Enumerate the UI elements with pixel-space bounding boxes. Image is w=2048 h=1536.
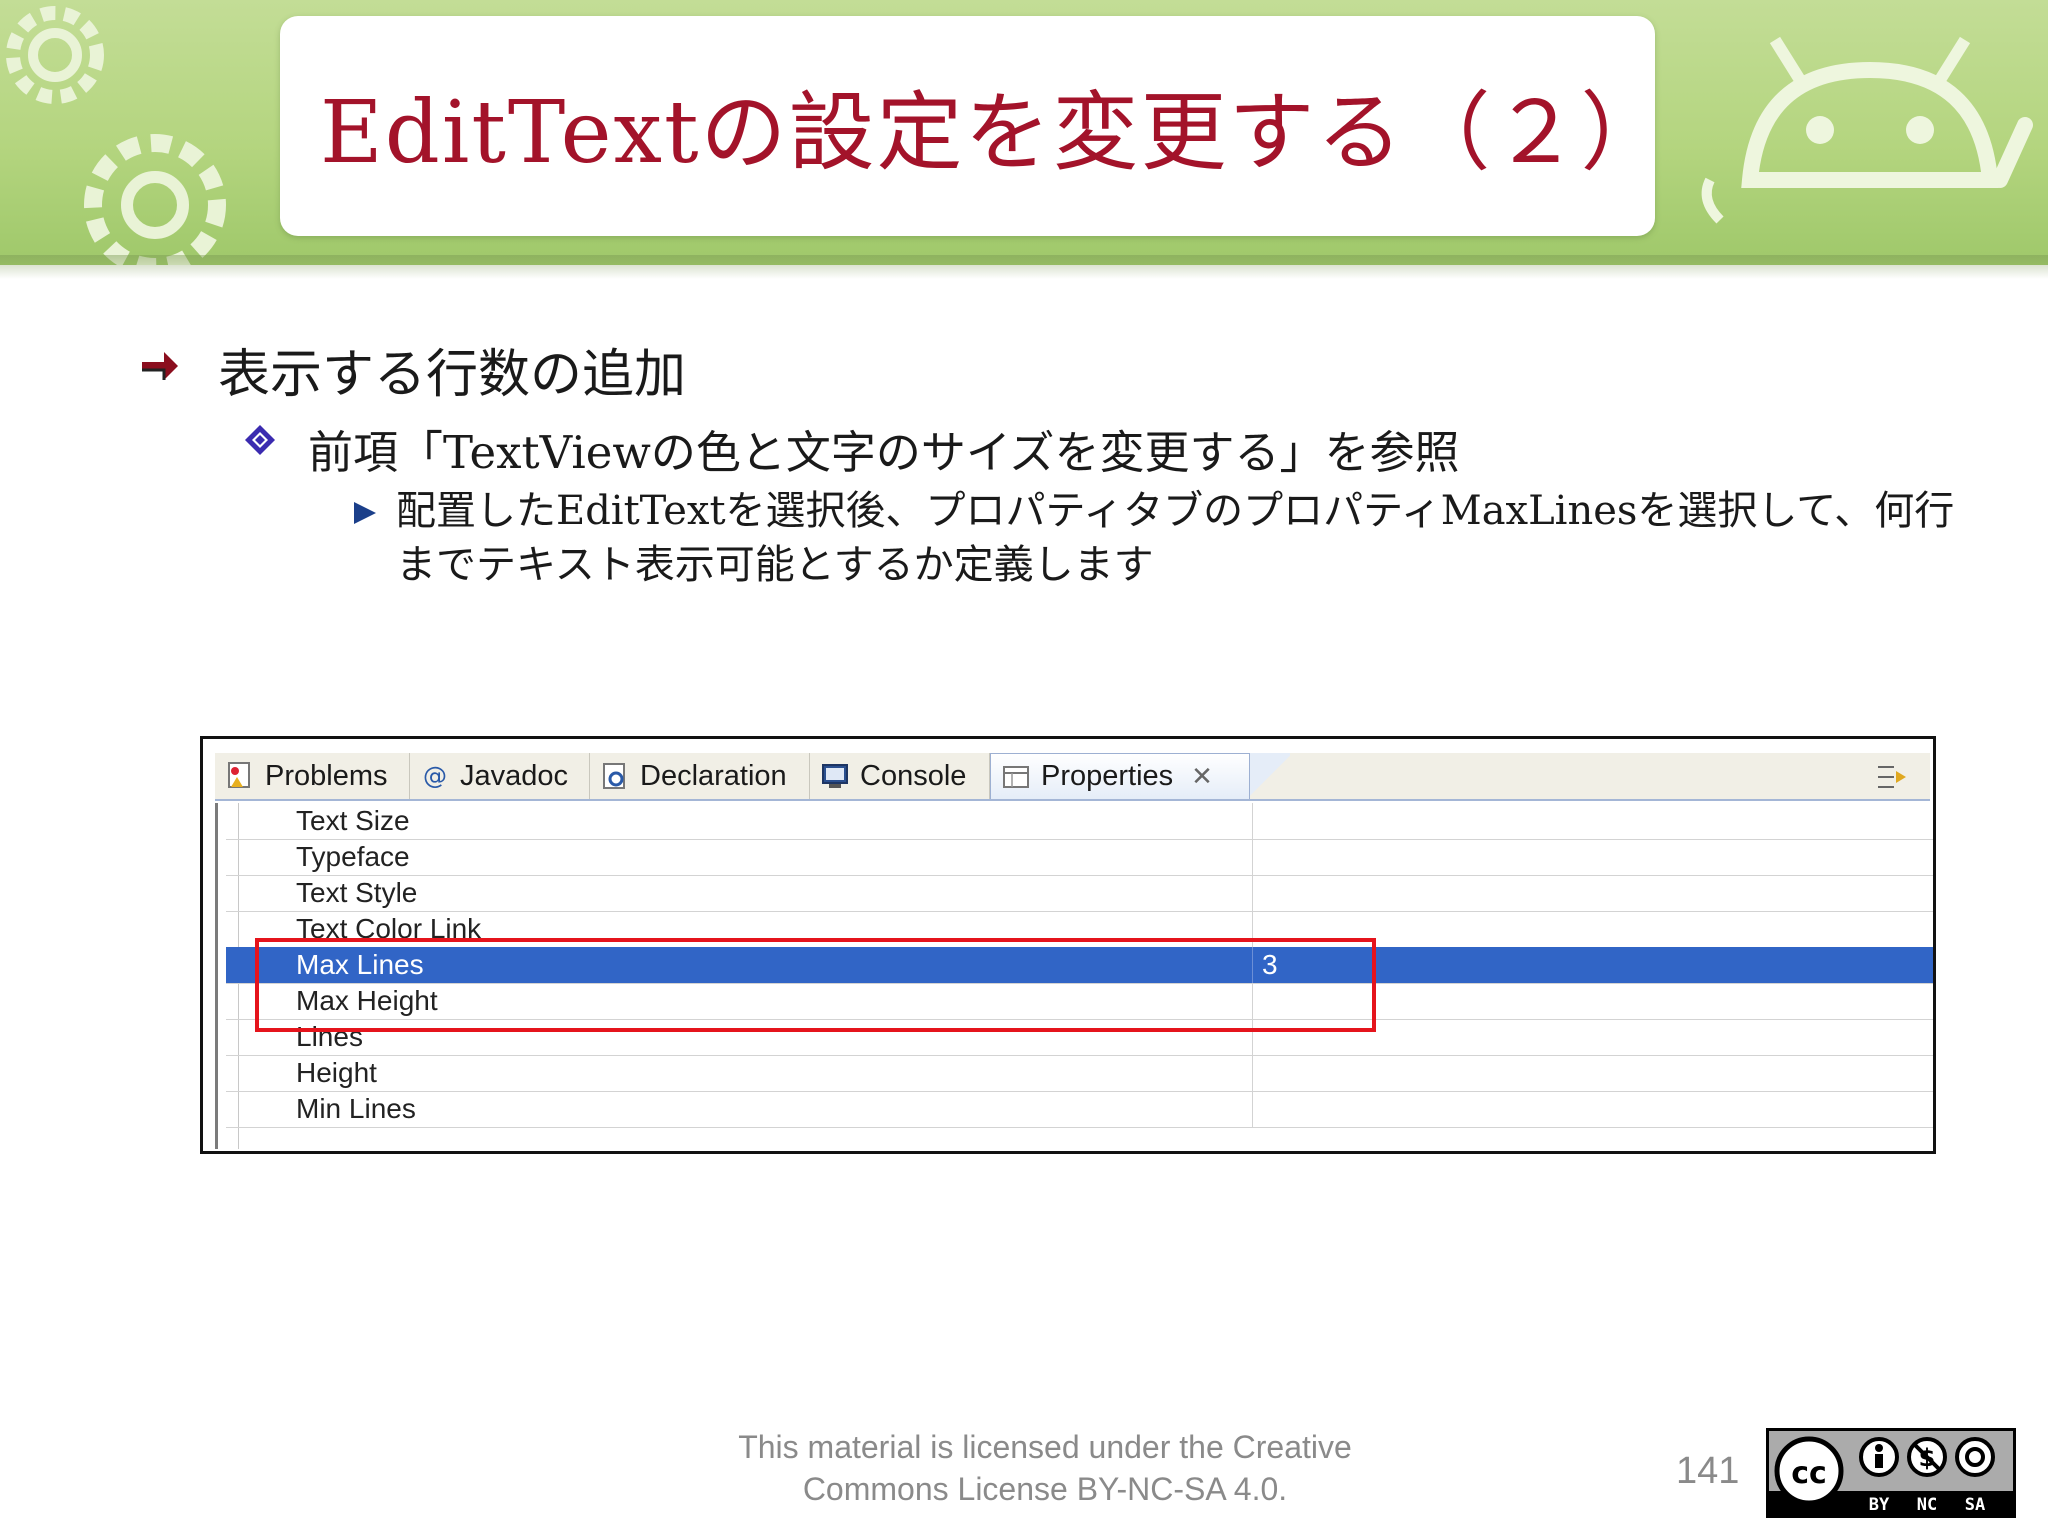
tab-label: Properties bbox=[1041, 760, 1174, 792]
diamond-bullet-icon bbox=[245, 425, 275, 455]
license-line1: This material is licensed under the Crea… bbox=[738, 1429, 1352, 1465]
column-divider bbox=[1252, 1091, 1253, 1127]
svg-text:@: @ bbox=[423, 762, 447, 790]
property-name: Typeface bbox=[296, 841, 410, 872]
license-notice: This material is licensed under the Crea… bbox=[640, 1426, 1450, 1510]
view-tab-bar: Problems @ Javadoc Declaration Console P… bbox=[215, 753, 1930, 801]
bullet-level1: 表示する行数の追加 bbox=[218, 345, 687, 405]
table-row[interactable]: Text Size bbox=[226, 803, 1933, 840]
table-row[interactable]: Typeface bbox=[226, 839, 1933, 876]
property-name: Text Style bbox=[296, 877, 418, 908]
arrow-bullet-icon bbox=[142, 352, 178, 380]
console-icon bbox=[820, 761, 850, 791]
tab-declaration[interactable]: Declaration bbox=[590, 753, 810, 799]
tab-javadoc[interactable]: @ Javadoc bbox=[410, 753, 590, 799]
license-line2: Commons License BY-NC-SA 4.0. bbox=[802, 1471, 1288, 1507]
column-divider bbox=[1252, 1055, 1253, 1091]
tab-label: Problems bbox=[265, 759, 388, 792]
cc-license-badge: cc $ BY NC SA bbox=[1766, 1428, 2016, 1518]
column-divider bbox=[1252, 803, 1253, 839]
sa-label: SA bbox=[1965, 1495, 1985, 1515]
page-number: 141 bbox=[1676, 1450, 1740, 1492]
share-alike-icon bbox=[1955, 1437, 1995, 1477]
tab-properties[interactable]: Properties ✕ bbox=[990, 753, 1250, 799]
view-menu-icon[interactable] bbox=[1872, 761, 1912, 793]
tab-edge bbox=[1250, 753, 1290, 799]
bullet-level3: 配置したEditTextを選択後、プロパティタブのプロパティMaxLinesを選… bbox=[396, 488, 1955, 588]
cc-label: cc bbox=[1791, 1456, 1827, 1491]
properties-icon bbox=[1001, 762, 1031, 792]
close-icon[interactable]: ✕ bbox=[1191, 761, 1213, 792]
table-row[interactable]: Height bbox=[226, 1055, 1933, 1092]
tab-label: Javadoc bbox=[460, 759, 569, 792]
tab-problems[interactable]: Problems bbox=[215, 753, 410, 799]
at-icon: @ bbox=[420, 761, 450, 791]
triangle-bullet-icon bbox=[354, 502, 376, 524]
table-row[interactable]: Text Style bbox=[226, 875, 1933, 912]
tab-label: Declaration bbox=[640, 759, 787, 792]
android-robot-icon bbox=[1701, 36, 2033, 224]
table-row[interactable]: Min Lines bbox=[226, 1091, 1933, 1128]
property-name: Height bbox=[296, 1057, 377, 1088]
bullet-level2: 前項「TextViewの色と文字のサイズを変更する」を参照 bbox=[308, 426, 1460, 479]
tab-label: Console bbox=[860, 759, 967, 792]
header-banner: EditTextの設定を変更する（２） bbox=[0, 0, 2048, 265]
property-name: Min Lines bbox=[296, 1093, 416, 1124]
cc-badge-graphic: cc $ BY NC SA bbox=[1769, 1436, 2013, 1515]
gear-icon bbox=[84, 134, 226, 265]
by-label: BY bbox=[1869, 1495, 1890, 1515]
nc-label: NC bbox=[1917, 1495, 1937, 1515]
column-divider bbox=[1252, 875, 1253, 911]
property-name: Text Size bbox=[296, 805, 410, 836]
problems-icon bbox=[225, 761, 255, 791]
tab-console[interactable]: Console bbox=[810, 753, 990, 799]
slide-title: EditTextの設定を変更する（２） bbox=[320, 83, 1669, 183]
column-divider bbox=[1252, 839, 1253, 875]
highlight-box bbox=[255, 938, 1376, 1032]
declaration-icon bbox=[600, 761, 630, 791]
banner-shadow bbox=[0, 255, 2048, 279]
